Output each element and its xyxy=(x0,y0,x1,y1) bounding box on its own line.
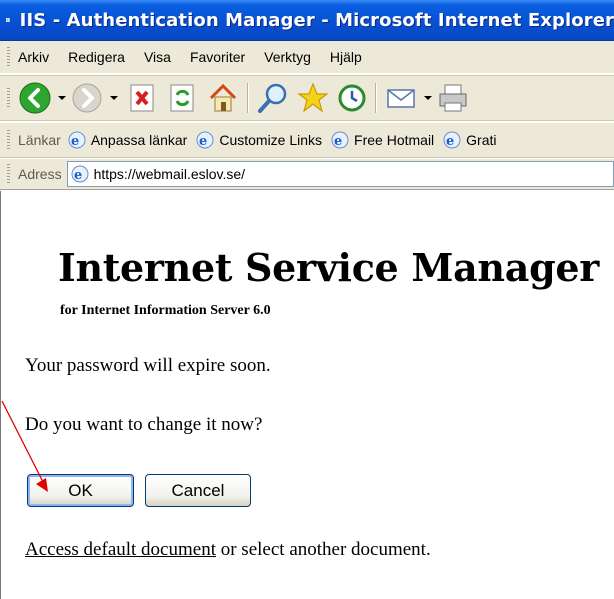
back-dropdown-icon[interactable] xyxy=(58,96,66,100)
print-button[interactable] xyxy=(436,81,470,115)
page-subheading: for Internet Information Server 6.0 xyxy=(60,303,271,318)
back-arrow-icon xyxy=(19,82,51,114)
change-prompt: Do you want to change it now? xyxy=(25,414,263,435)
toolbar-grip[interactable] xyxy=(7,88,10,108)
menu-verktyg[interactable]: Verktyg xyxy=(264,47,311,67)
menu-redigera[interactable]: Redigera xyxy=(68,47,125,67)
mail-icon xyxy=(387,89,415,108)
address-url: https://webmail.eslov.se/ xyxy=(93,166,246,182)
favorites-button[interactable] xyxy=(296,81,330,115)
toolbar-grip[interactable] xyxy=(7,130,10,150)
link-label: Free Hotmail xyxy=(354,132,435,148)
back-button[interactable] xyxy=(18,81,70,115)
search-icon xyxy=(258,83,287,113)
menu-visa[interactable]: Visa xyxy=(144,47,171,67)
ie-page-icon: e xyxy=(331,131,349,149)
mail-dropdown-icon[interactable] xyxy=(424,96,432,100)
access-line: Access default document or select anothe… xyxy=(25,539,431,561)
cancel-button[interactable]: Cancel xyxy=(145,474,251,507)
toolbar-grip[interactable] xyxy=(7,164,10,184)
title-bar: e IIS - Authentication Manager - Microso… xyxy=(0,0,614,41)
ie-page-icon: e xyxy=(71,165,89,183)
history-button[interactable] xyxy=(336,82,368,114)
refresh-icon xyxy=(170,84,194,112)
expire-message: Your password will expire soon. xyxy=(25,355,271,376)
forward-button[interactable] xyxy=(70,81,122,115)
printer-icon xyxy=(439,84,467,112)
svg-text:e: e xyxy=(199,134,207,149)
access-suffix: or select another document. xyxy=(215,539,431,560)
ie-page-icon: e xyxy=(68,131,86,149)
window-title: IIS - Authentication Manager - Microsoft… xyxy=(19,9,614,31)
forward-arrow-icon xyxy=(72,83,102,113)
menu-arkiv[interactable]: Arkiv xyxy=(18,47,49,67)
home-button[interactable] xyxy=(206,81,240,115)
standard-toolbar xyxy=(0,75,614,121)
ok-button[interactable]: OK xyxy=(27,474,134,507)
access-default-document-link[interactable]: Access default document xyxy=(25,539,216,560)
toolbar-separator xyxy=(375,83,377,113)
link-customize-links[interactable]: e Customize Links xyxy=(196,131,322,149)
search-button[interactable] xyxy=(256,81,290,115)
toolbar-separator xyxy=(247,83,249,113)
toolbar-grip[interactable] xyxy=(7,47,10,67)
menu-bar: Arkiv Redigera Visa Favoriter Verktyg Hj… xyxy=(0,41,614,74)
ie-page-icon: e xyxy=(443,131,461,149)
svg-text:e: e xyxy=(334,134,342,149)
ie-page-icon: e xyxy=(196,131,214,149)
page-heading: Internet Service Manager xyxy=(58,245,599,290)
svg-text:e: e xyxy=(71,134,79,149)
address-label: Adress xyxy=(18,166,62,182)
star-icon xyxy=(297,82,329,113)
stop-icon xyxy=(130,84,154,112)
link-label: Grati xyxy=(466,132,497,148)
refresh-button[interactable] xyxy=(168,83,198,113)
link-free-hotmail[interactable]: e Free Hotmail xyxy=(331,131,434,149)
link-grati[interactable]: e Grati xyxy=(443,131,497,149)
link-anpassa-lankar[interactable]: e Anpassa länkar xyxy=(68,131,188,149)
address-input[interactable]: e https://webmail.eslov.se/ xyxy=(66,161,614,187)
address-bar: Adress e https://webmail.eslov.se/ xyxy=(0,159,614,190)
menu-hjalp[interactable]: Hjälp xyxy=(330,47,362,67)
link-label: Customize Links xyxy=(219,132,323,148)
menu-favoriter[interactable]: Favoriter xyxy=(190,47,245,67)
links-bar: Länkar e Anpassa länkar e Customize Link… xyxy=(0,122,614,158)
svg-text:e: e xyxy=(446,134,454,149)
mail-button[interactable] xyxy=(384,81,436,115)
links-label: Länkar xyxy=(18,132,61,148)
forward-dropdown-icon[interactable] xyxy=(110,96,118,100)
home-icon xyxy=(209,83,237,112)
history-icon xyxy=(338,84,366,112)
ie-logo-icon: e xyxy=(6,18,10,22)
svg-text:e: e xyxy=(74,168,82,183)
link-label: Anpassa länkar xyxy=(90,132,188,148)
stop-button[interactable] xyxy=(128,83,158,113)
